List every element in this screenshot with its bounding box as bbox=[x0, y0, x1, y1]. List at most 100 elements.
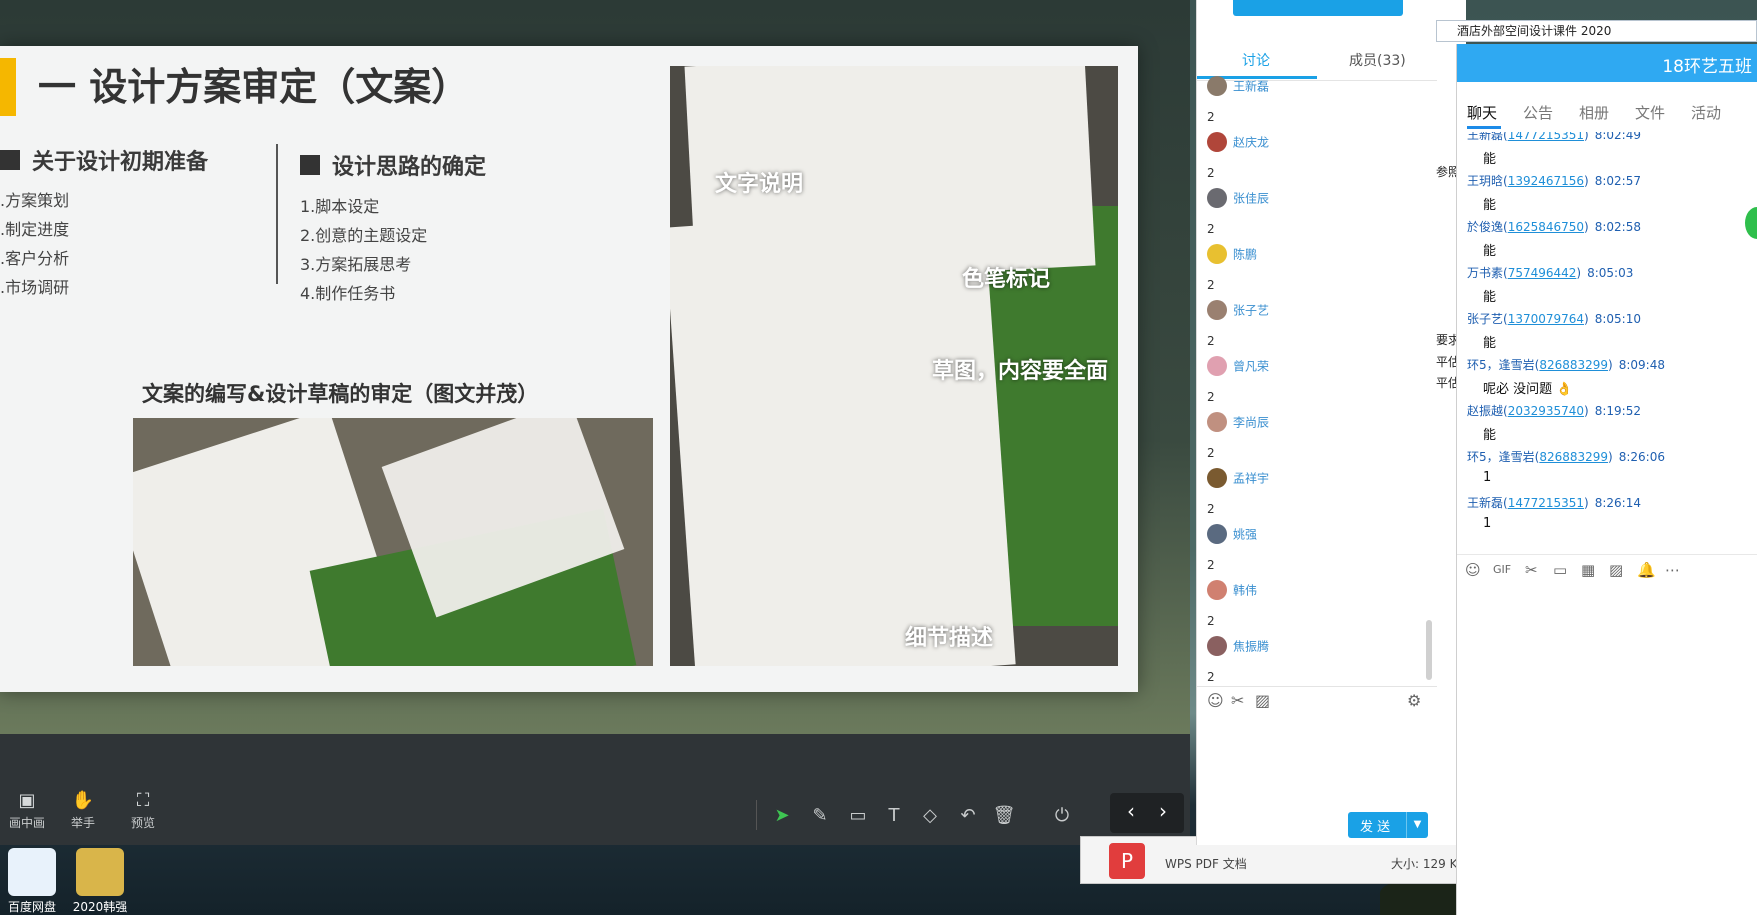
member-count: 2 bbox=[1207, 166, 1215, 180]
message-header: 环5，逢雪岩(826883299) 8:09:48 bbox=[1467, 356, 1665, 373]
taskbar-item[interactable]: 民生U宝管理 bbox=[1666, 900, 1735, 915]
tab-activity[interactable]: 活动 bbox=[1691, 102, 1721, 123]
sender-qq[interactable]: 2032935740 bbox=[1508, 404, 1584, 418]
member-count: 2 bbox=[1207, 110, 1215, 124]
message-time: 8:19:52 bbox=[1594, 404, 1641, 418]
sender-qq[interactable]: 1370079764 bbox=[1508, 312, 1584, 326]
sender-qq[interactable]: 1625846750 bbox=[1508, 220, 1584, 234]
member-item[interactable]: 王新磊 2 bbox=[1207, 76, 1269, 124]
sender-name[interactable]: 环5，逢雪岩( bbox=[1467, 450, 1539, 464]
member-item[interactable]: 张子艺 2 bbox=[1207, 300, 1269, 348]
scissors-icon[interactable]: ✂ bbox=[1525, 561, 1538, 579]
tab-chat[interactable]: 聊天 bbox=[1467, 102, 1497, 123]
picture-in-picture-button[interactable]: ▣ 画中画 bbox=[2, 790, 52, 831]
power-icon[interactable]: ⏻ bbox=[1048, 802, 1076, 830]
member-item[interactable]: 曾凡荣 2 bbox=[1207, 356, 1269, 404]
emoji-icon[interactable]: ☺ bbox=[1465, 561, 1481, 579]
list-item: 3.方案拓展思考 bbox=[300, 255, 412, 274]
member-item[interactable]: 赵庆龙 2 bbox=[1207, 132, 1269, 180]
desktop-icon-baidu[interactable]: 百度网盘 bbox=[0, 848, 64, 915]
caption-detail: 细节描述 bbox=[905, 626, 994, 651]
tab-files[interactable]: 文件 bbox=[1635, 102, 1665, 123]
undo-icon[interactable]: ↶ bbox=[954, 802, 982, 830]
pointer-icon[interactable]: ➤ bbox=[768, 802, 796, 830]
sender-qq[interactable]: 1477215351 bbox=[1508, 132, 1584, 142]
button-label: 举手 bbox=[70, 816, 95, 830]
message-text: 1 bbox=[1483, 516, 1492, 531]
raise-hand-button[interactable]: ✋ 举手 bbox=[58, 790, 108, 831]
gif-icon[interactable]: GIF bbox=[1493, 563, 1511, 576]
message-text: 能 bbox=[1483, 290, 1497, 305]
taskbar-item[interactable]: E路护航 bbox=[1592, 900, 1636, 915]
slide: 一 设计方案审定（文案） 关于设计初期准备 .方案策划 .制定进度 .客户分析 … bbox=[0, 46, 1138, 692]
preview-button[interactable]: ⛶ 预览 bbox=[118, 790, 168, 831]
list-item: 2.创意的主题设定 bbox=[300, 226, 428, 245]
next-slide-button[interactable]: › bbox=[1148, 799, 1178, 823]
avatar bbox=[1207, 412, 1227, 432]
message-time: 8:26:14 bbox=[1594, 496, 1641, 510]
sender-name[interactable]: 王新磊( bbox=[1467, 496, 1508, 510]
app-icon[interactable]: ▦ bbox=[1581, 561, 1595, 579]
caption-text-note: 文字说明 bbox=[715, 172, 804, 197]
sender-qq[interactable]: 826883299 bbox=[1539, 358, 1608, 372]
settings-icon[interactable]: ⚙ bbox=[1407, 691, 1421, 710]
sender-qq[interactable]: 1477215351 bbox=[1508, 496, 1584, 510]
member-item[interactable]: 孟祥宇 2 bbox=[1207, 468, 1269, 516]
file-type: WPS PDF 文档 bbox=[1165, 857, 1247, 871]
member-count: 2 bbox=[1207, 558, 1215, 572]
send-dropdown-icon[interactable]: ▼ bbox=[1406, 812, 1428, 838]
caption-sketch: 草图，内容要全面 bbox=[932, 359, 1109, 384]
avatar bbox=[1207, 300, 1227, 320]
folder-icon[interactable]: ▭ bbox=[1553, 561, 1567, 579]
member-item[interactable]: 焦振腾 2 bbox=[1207, 636, 1269, 684]
member-item[interactable]: 韩伟 2 bbox=[1207, 580, 1257, 628]
sender-name[interactable]: 赵振越( bbox=[1467, 404, 1508, 418]
message-text: 能 bbox=[1483, 244, 1497, 259]
member-count: 2 bbox=[1207, 222, 1215, 236]
eraser-icon[interactable]: ◇ bbox=[916, 802, 944, 830]
sender-name[interactable]: 万书素( bbox=[1467, 266, 1508, 280]
explorer-address-bar[interactable]: 酒店外部空间设计课件 2020 bbox=[1436, 20, 1757, 42]
trash-icon[interactable]: 🗑 bbox=[990, 802, 1018, 830]
sender-name[interactable]: 张子艺( bbox=[1467, 312, 1508, 326]
scissors-icon[interactable]: ✂ bbox=[1231, 691, 1244, 710]
sender-name[interactable]: 於俊逸( bbox=[1467, 220, 1508, 234]
message-text: 呢必 没问题 👌 bbox=[1483, 382, 1573, 397]
caption-color-mark: 色笔标记 bbox=[962, 267, 1051, 292]
discussion-panel: 讨论 成员(33) 王新磊 2 赵庆龙 2 张佳辰 2 陈鹏 2 张子艺 2 曾凡荣 2 李尚辰 2 孟祥宇… bbox=[1196, 0, 1437, 845]
desktop-icon-folder[interactable]: 2020韩强 课 bbox=[68, 848, 132, 915]
previous-slide-button[interactable]: ‹ bbox=[1116, 799, 1146, 823]
message-text: 能 bbox=[1483, 152, 1497, 167]
avatar bbox=[1207, 524, 1227, 544]
list-item: 4.制作任务书 bbox=[300, 284, 396, 303]
scrollbar[interactable] bbox=[1426, 620, 1432, 680]
tab-notice[interactable]: 公告 bbox=[1523, 102, 1553, 123]
sender-name[interactable]: 王新磊( bbox=[1467, 132, 1508, 142]
sender-name[interactable]: 环5，逢雪岩( bbox=[1467, 358, 1539, 372]
sender-qq[interactable]: 757496442 bbox=[1508, 266, 1577, 280]
sender-qq[interactable]: 1392467156 bbox=[1508, 174, 1584, 188]
image-icon[interactable]: ▨ bbox=[1255, 691, 1270, 710]
tab-discussion[interactable]: 讨论 bbox=[1242, 50, 1270, 70]
more-icon[interactable]: ⋯ bbox=[1665, 561, 1680, 579]
text-icon[interactable]: T bbox=[880, 802, 908, 830]
member-count: 2 bbox=[1207, 390, 1215, 404]
rectangle-icon[interactable]: ▭ bbox=[844, 802, 872, 830]
image-icon[interactable]: ▨ bbox=[1609, 561, 1623, 579]
pen-icon[interactable]: ✎ bbox=[806, 802, 834, 830]
raise-hand-icon: ✋ bbox=[71, 790, 95, 811]
sender-name[interactable]: 王玥晗( bbox=[1467, 174, 1508, 188]
member-item[interactable]: 陈鹏 2 bbox=[1207, 244, 1257, 292]
member-item[interactable]: 姚强 2 bbox=[1207, 524, 1257, 572]
message-time: 8:02:49 bbox=[1594, 132, 1641, 142]
emoji-icon[interactable]: ☺ bbox=[1207, 691, 1224, 710]
bell-icon[interactable]: 🔔 bbox=[1637, 561, 1656, 579]
sender-qq[interactable]: 826883299 bbox=[1539, 450, 1608, 464]
send-button[interactable]: 发 送 ▼ bbox=[1348, 812, 1428, 838]
top-action-button[interactable] bbox=[1233, 0, 1403, 16]
member-item[interactable]: 张佳辰 2 bbox=[1207, 188, 1269, 236]
member-item[interactable]: 李尚辰 2 bbox=[1207, 412, 1269, 460]
tab-members[interactable]: 成员(33) bbox=[1349, 50, 1406, 70]
tab-album[interactable]: 相册 bbox=[1579, 102, 1609, 123]
sender-tail: ) bbox=[1608, 358, 1613, 372]
